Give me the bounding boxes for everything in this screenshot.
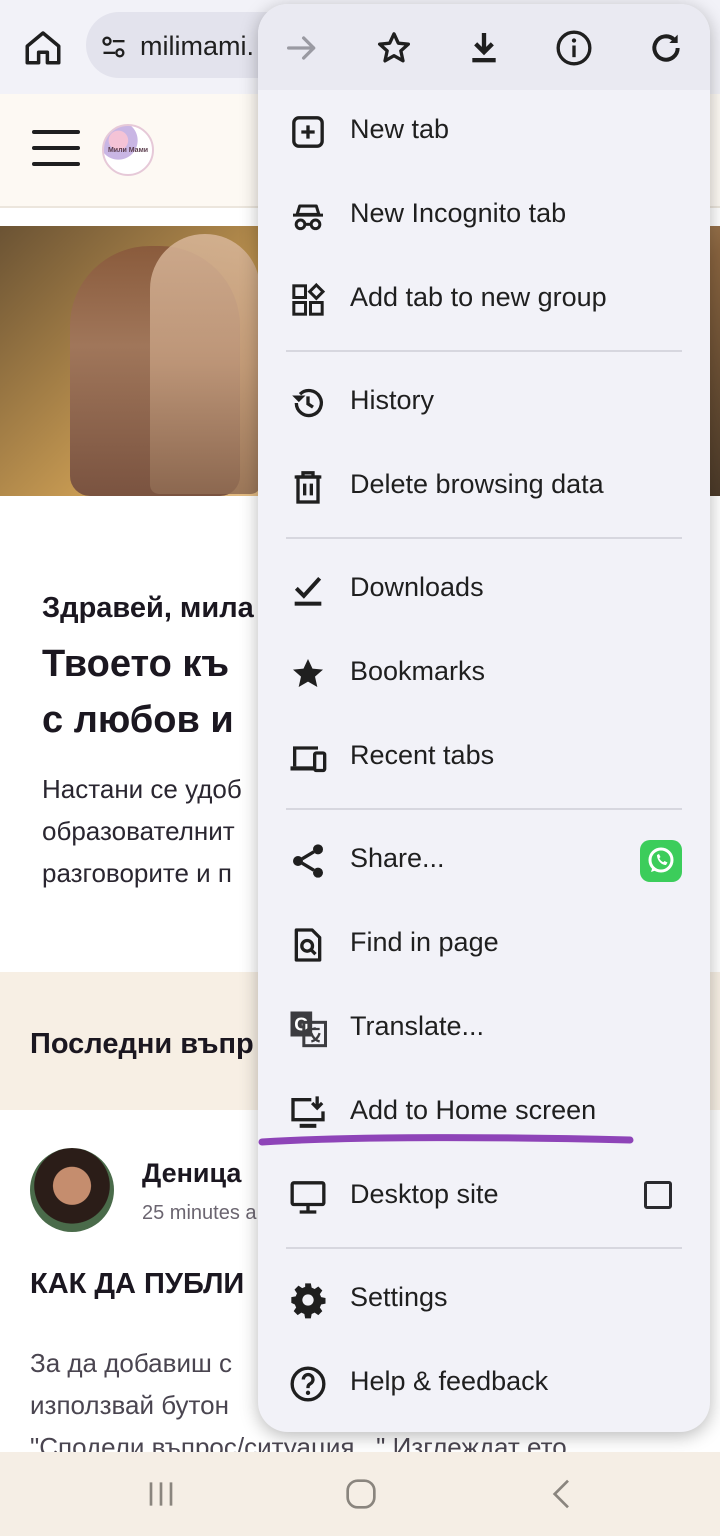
menu-item-label: Recent tabs [350, 740, 495, 770]
menu-item-new-incognito-tab[interactable]: New Incognito tab [258, 174, 710, 258]
menu-item-label: Desktop site [350, 1179, 499, 1209]
post-author[interactable]: Деница [142, 1158, 241, 1189]
history-icon [288, 383, 328, 423]
url-text: milimami. [140, 31, 254, 61]
menu-item-recent-tabs[interactable]: Recent tabs [258, 716, 710, 800]
site-settings-icon[interactable] [100, 33, 128, 61]
post-timestamp: 25 minutes a [142, 1202, 257, 1224]
bookmark-star-icon[interactable] [374, 28, 414, 68]
menu-item-history[interactable]: History [258, 361, 710, 445]
tab-group-icon [288, 280, 328, 320]
translate-icon: G [288, 1009, 328, 1049]
back-icon[interactable] [543, 1474, 583, 1514]
post-title[interactable]: КАК ДА ПУБЛИ [30, 1268, 244, 1301]
greeting-text: Здравей, мила [42, 592, 254, 624]
menu-divider [286, 1247, 682, 1249]
download-icon[interactable] [464, 28, 504, 68]
paragraph-line: образователнит [42, 816, 235, 846]
menu-item-label: Translate... [350, 1011, 485, 1041]
menu-item-translate[interactable]: G Translate... [258, 987, 710, 1071]
highlight-underline [258, 1133, 634, 1147]
site-logo[interactable]: Мили Мами [102, 124, 154, 176]
hero-figure [150, 234, 260, 494]
menu-item-settings[interactable]: Settings [258, 1258, 710, 1342]
home-circle-icon[interactable] [341, 1474, 381, 1514]
avatar[interactable] [30, 1148, 114, 1232]
svg-text:G: G [294, 1014, 308, 1035]
menu-item-label: Add tab to new group [350, 282, 607, 312]
paragraph-line: Настани се удоб [42, 774, 242, 804]
trash-icon [288, 467, 328, 507]
menu-item-label: Settings [350, 1282, 448, 1312]
devices-icon [288, 738, 328, 778]
new-tab-icon [288, 112, 328, 152]
menu-item-label: Bookmarks [350, 656, 486, 686]
browser-overflow-menu: New tab New Incognito tab Add tab to new… [258, 4, 710, 1432]
menu-item-bookmarks[interactable]: Bookmarks [258, 632, 710, 716]
section-title: Последни въпр [30, 1028, 254, 1060]
incognito-icon [288, 196, 328, 236]
forward-icon[interactable] [282, 28, 322, 68]
menu-item-add-tab-to-new-group[interactable]: Add tab to new group [258, 258, 710, 342]
desktop-icon [288, 1177, 328, 1217]
desktop-site-checkbox[interactable] [644, 1181, 672, 1209]
menu-item-label: Delete browsing data [350, 469, 604, 499]
info-icon[interactable] [554, 28, 594, 68]
page-headline: Твоето къ с любов и [42, 636, 234, 748]
headline-line: с любов и [42, 699, 234, 741]
find-in-page-icon [288, 925, 328, 965]
menu-divider [286, 537, 682, 539]
menu-item-label: History [350, 385, 435, 415]
menu-item-label: Downloads [350, 572, 484, 602]
menu-item-share[interactable]: Share... [258, 819, 710, 903]
intro-paragraph: Настани се удоб образователнит разговори… [42, 768, 242, 894]
menu-item-new-tab[interactable]: New tab [258, 90, 710, 174]
recents-icon[interactable] [141, 1474, 181, 1514]
hamburger-menu-icon[interactable] [32, 130, 80, 166]
help-icon [288, 1364, 328, 1404]
menu-divider [286, 808, 682, 810]
menu-item-label: Add to Home screen [350, 1095, 597, 1125]
headline-line: Твоето къ [42, 643, 230, 685]
whatsapp-icon[interactable] [640, 840, 682, 882]
menu-divider [286, 350, 682, 352]
paragraph-line: разговорите и п [42, 858, 233, 888]
menu-item-find-in-page[interactable]: Find in page [258, 903, 710, 987]
menu-item-downloads[interactable]: Downloads [258, 548, 710, 632]
add-to-home-icon [288, 1093, 328, 1133]
menu-item-desktop-site[interactable]: Desktop site [258, 1155, 710, 1239]
system-navigation-bar [0, 1452, 720, 1536]
menu-item-label: Help & feedback [350, 1366, 549, 1396]
menu-item-help-feedback[interactable]: Help & feedback [258, 1342, 710, 1426]
menu-item-label: New tab [350, 114, 450, 144]
home-icon[interactable] [22, 26, 64, 68]
menu-item-label: New Incognito tab [350, 198, 567, 228]
menu-item-label: Find in page [350, 927, 499, 957]
gear-icon [288, 1280, 328, 1320]
downloads-check-icon [288, 570, 328, 610]
menu-action-row [258, 4, 710, 90]
star-icon [288, 654, 328, 694]
reload-icon[interactable] [646, 28, 686, 68]
menu-item-delete-browsing-data[interactable]: Delete browsing data [258, 445, 710, 529]
menu-item-label: Share... [350, 843, 445, 873]
share-icon [288, 841, 328, 881]
